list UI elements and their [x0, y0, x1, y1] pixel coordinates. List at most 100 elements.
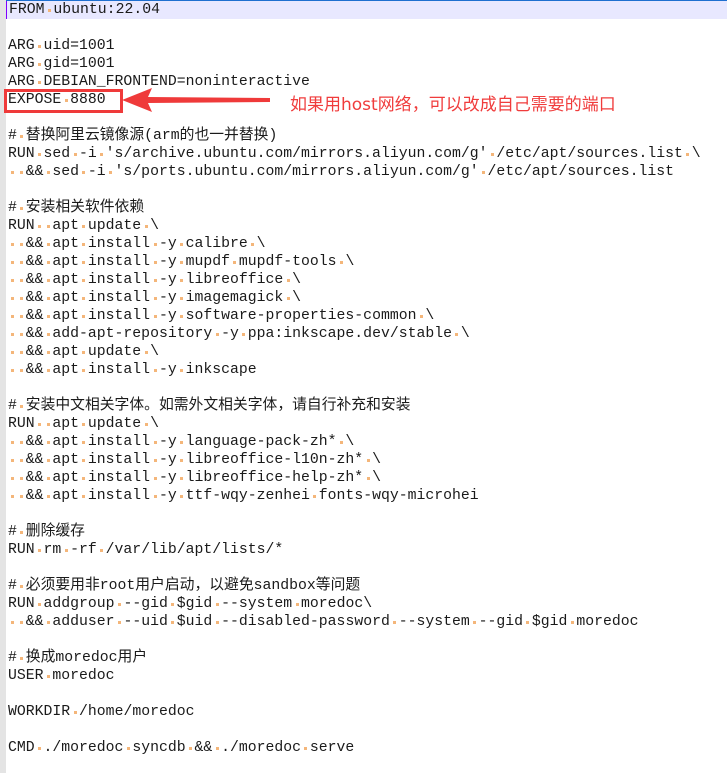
whitespace-dot-icon	[177, 271, 186, 289]
whitespace-dot-icon	[8, 289, 17, 307]
whitespace-dot-icon	[35, 595, 44, 613]
code-line[interactable]	[8, 379, 727, 397]
whitespace-dot-icon	[8, 163, 17, 181]
whitespace-dot-icon	[44, 667, 53, 685]
whitespace-dot-icon	[44, 415, 53, 433]
whitespace-dot-icon	[8, 451, 17, 469]
whitespace-dot-icon	[17, 469, 26, 487]
whitespace-dot-icon	[35, 541, 44, 559]
whitespace-dot-icon	[44, 325, 53, 343]
whitespace-dot-icon	[8, 235, 17, 253]
code-line[interactable]: RUN apt update \	[8, 217, 727, 235]
whitespace-dot-icon	[141, 217, 150, 235]
code-line[interactable]: USER moredoc	[8, 667, 727, 685]
whitespace-dot-icon	[283, 289, 292, 307]
code-line[interactable]: RUN addgroup --gid $gid --system moredoc\	[8, 595, 727, 613]
editor-gutter[interactable]	[0, 0, 6, 773]
whitespace-dot-icon	[44, 235, 53, 253]
whitespace-dot-icon	[35, 415, 44, 433]
code-line[interactable]: && apt install -y libreoffice-help-zh* \	[8, 469, 727, 487]
code-line[interactable]: FROM ubuntu:22.04	[6, 1, 727, 19]
code-editor[interactable]: FROM ubuntu:22.04 ARG uid=1001 ARG gid=1001 AR…	[0, 0, 727, 773]
code-line[interactable]: && apt install -y software-properties-common…	[8, 307, 727, 325]
code-line[interactable]: && add-apt-repository -y ppa:inkscape.dev/s…	[8, 325, 727, 343]
whitespace-dot-icon	[35, 217, 44, 235]
code-line[interactable]: && apt install -y ttf-wqy-zenhei fonts-wqy-mi…	[8, 487, 727, 505]
code-line[interactable]: && apt install -y imagemagick \	[8, 289, 727, 307]
code-line[interactable]: # 删除缓存	[8, 523, 727, 541]
code-line[interactable]	[8, 721, 727, 739]
whitespace-dot-icon	[8, 487, 17, 505]
whitespace-dot-icon	[8, 253, 17, 271]
whitespace-dot-icon	[17, 127, 26, 145]
code-line[interactable]: ARG gid=1001	[8, 55, 727, 73]
whitespace-dot-icon	[106, 163, 115, 181]
whitespace-dot-icon	[683, 145, 692, 163]
whitespace-dot-icon	[44, 451, 53, 469]
whitespace-dot-icon	[177, 289, 186, 307]
whitespace-dot-icon	[177, 235, 186, 253]
whitespace-dot-icon	[79, 361, 88, 379]
code-line[interactable]	[8, 505, 727, 523]
whitespace-dot-icon	[523, 613, 532, 631]
code-line[interactable]: # 换成moredoc用户	[8, 649, 727, 667]
whitespace-dot-icon	[150, 361, 159, 379]
whitespace-dot-icon	[79, 253, 88, 271]
code-line[interactable]: # 安装相关软件依赖	[8, 199, 727, 217]
whitespace-dot-icon	[186, 739, 195, 757]
whitespace-dot-icon	[488, 145, 497, 163]
whitespace-dot-icon	[44, 253, 53, 271]
whitespace-dot-icon	[8, 361, 17, 379]
whitespace-dot-icon	[239, 325, 248, 343]
code-line[interactable]: && apt install -y calibre \	[8, 235, 727, 253]
whitespace-dot-icon	[212, 613, 221, 631]
annotation-highlight-box	[4, 89, 123, 113]
whitespace-dot-icon	[79, 343, 88, 361]
code-line[interactable]	[8, 631, 727, 649]
whitespace-dot-icon	[79, 307, 88, 325]
code-line[interactable]: && apt install -y libreoffice-l10n-zh* \	[8, 451, 727, 469]
whitespace-dot-icon	[17, 523, 26, 541]
whitespace-dot-icon	[35, 37, 44, 55]
code-line[interactable]: && adduser --uid $uid --disabled-password --s…	[8, 613, 727, 631]
whitespace-dot-icon	[150, 271, 159, 289]
whitespace-dot-icon	[177, 487, 186, 505]
code-line[interactable]: # 安装中文相关字体。如需外文相关字体，请自行补充和安装	[8, 397, 727, 415]
whitespace-dot-icon	[115, 613, 124, 631]
whitespace-dot-icon	[8, 469, 17, 487]
code-line[interactable]: WORKDIR/home/moredoc	[8, 703, 727, 721]
code-line[interactable]: RUN apt update \	[8, 415, 727, 433]
whitespace-dot-icon	[17, 433, 26, 451]
code-line[interactable]: && apt install -y language-pack-zh* \	[8, 433, 727, 451]
code-line[interactable]: RUN rm -rf/var/lib/apt/lists/*	[8, 541, 727, 559]
whitespace-dot-icon	[17, 271, 26, 289]
code-line[interactable]: ARG uid=1001	[8, 37, 727, 55]
code-line[interactable]: && sed -i's/ports.ubuntu.com/mirrors.aliyu…	[8, 163, 727, 181]
code-line[interactable]: # 必须要用非root用户启动，以避免sandbox等问题	[8, 577, 727, 595]
whitespace-dot-icon	[8, 307, 17, 325]
annotation-arrow-icon	[122, 88, 270, 112]
whitespace-dot-icon	[141, 343, 150, 361]
whitespace-dot-icon	[567, 613, 576, 631]
code-line[interactable]	[8, 559, 727, 577]
whitespace-dot-icon	[337, 433, 346, 451]
code-line[interactable]: && apt install -y inkscape	[8, 361, 727, 379]
code-line[interactable]: && apt install -y libreoffice \	[8, 271, 727, 289]
whitespace-dot-icon	[17, 613, 26, 631]
whitespace-dot-icon	[416, 307, 425, 325]
code-line[interactable]	[8, 685, 727, 703]
code-line[interactable]	[8, 181, 727, 199]
code-line[interactable]: # 替换阿里云镜像源(arm的也一并替换)	[8, 127, 727, 145]
whitespace-dot-icon	[150, 433, 159, 451]
code-line[interactable]: && apt update \	[8, 343, 727, 361]
code-line[interactable]: && apt install -y mupdf mupdf-tools \	[8, 253, 727, 271]
whitespace-dot-icon	[35, 145, 44, 163]
code-line[interactable]	[8, 19, 727, 37]
code-line[interactable]: RUN sed -i's/archive.ubuntu.com/mirrors.al…	[8, 145, 727, 163]
whitespace-dot-icon	[79, 451, 88, 469]
whitespace-dot-icon	[150, 307, 159, 325]
whitespace-dot-icon	[150, 451, 159, 469]
code-line[interactable]: CMD ./moredoc syncdb && ./moredoc serve	[8, 739, 727, 757]
whitespace-dot-icon	[212, 325, 221, 343]
whitespace-dot-icon	[470, 613, 479, 631]
